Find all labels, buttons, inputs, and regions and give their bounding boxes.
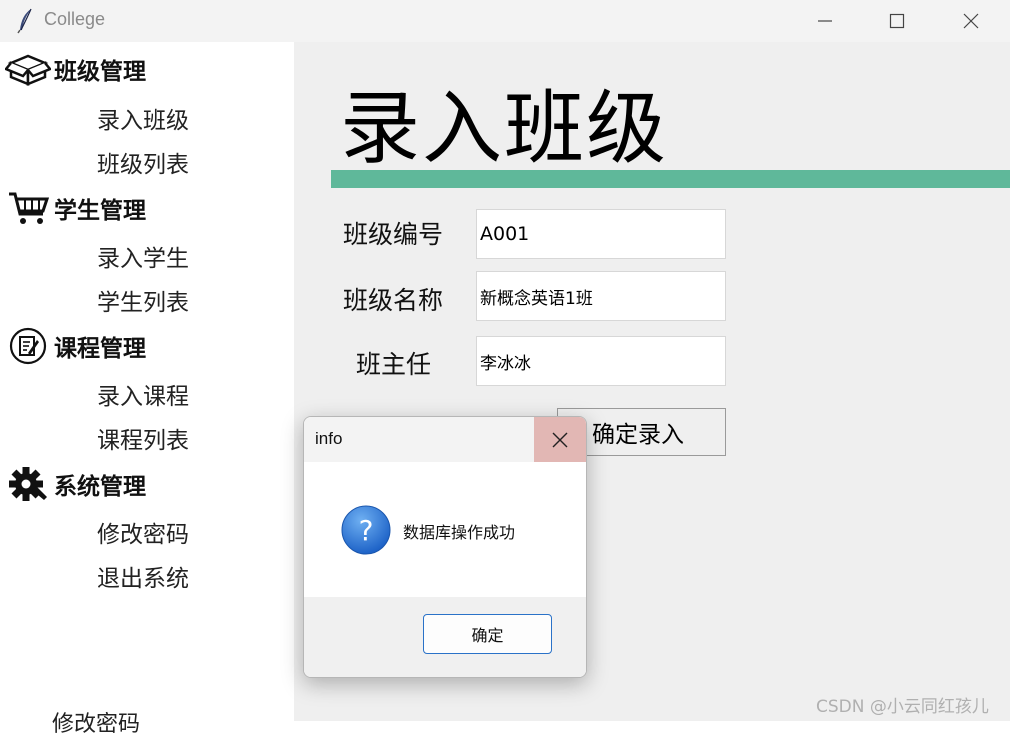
sidebar-item-course-list[interactable]: 课程列表: [97, 421, 189, 455]
sidebar-item-add-course[interactable]: 录入课程: [97, 377, 189, 411]
sidebar-item-add-student[interactable]: 录入学生: [97, 239, 189, 273]
close-icon: [963, 13, 979, 29]
class-id-input[interactable]: A001: [476, 209, 726, 259]
sidebar-item-change-password[interactable]: 修改密码: [97, 515, 189, 549]
close-button[interactable]: [936, 0, 1006, 42]
dialog-close-button[interactable]: [534, 417, 586, 462]
box-icon: [4, 49, 52, 89]
teacher-label: 班主任: [356, 350, 432, 379]
sidebar-group-system[interactable]: 系统管理: [4, 464, 146, 504]
sidebar-group-label: 课程管理: [54, 335, 146, 362]
dialog-message: 数据库操作成功: [403, 523, 516, 542]
dialog-body: ? 数据库操作成功: [304, 462, 586, 597]
sidebar-item-student-list[interactable]: 学生列表: [97, 283, 189, 317]
svg-text:?: ?: [359, 514, 374, 547]
sidebar-item-logout[interactable]: 退出系统: [97, 559, 189, 593]
teacher-input[interactable]: 李冰冰: [476, 336, 726, 386]
info-dialog: info ? 数据库操作成功 确定: [303, 416, 587, 678]
dialog-title: info: [315, 429, 343, 448]
question-icon: ?: [340, 504, 392, 556]
class-id-label: 班级编号: [343, 220, 444, 249]
sidebar-item-add-class[interactable]: 录入班级: [97, 101, 189, 135]
sidebar-item-cut: 修改密码: [52, 712, 141, 737]
gear-icon: [4, 464, 52, 504]
sidebar-group-label: 班级管理: [54, 58, 146, 85]
class-name-input[interactable]: 新概念英语1班: [476, 271, 726, 321]
dialog-title-bar: info: [304, 417, 586, 462]
app-window: College 班级管理 录入班级 班级列表 学生管理 录入学生 学生列表 课程…: [0, 0, 1010, 737]
maximize-icon: [889, 13, 905, 29]
cart-icon: [4, 188, 52, 228]
dialog-ok-button[interactable]: 确定: [423, 614, 552, 654]
sidebar-group-label: 系统管理: [54, 473, 146, 500]
sidebar-group-course[interactable]: 课程管理: [4, 326, 146, 366]
dialog-footer: 确定: [304, 597, 586, 677]
maximize-button[interactable]: [862, 0, 932, 42]
close-icon: [552, 432, 568, 447]
minimize-button[interactable]: [790, 0, 860, 42]
sidebar-group-student[interactable]: 学生管理: [4, 188, 146, 228]
minimize-icon: [818, 20, 832, 22]
title-bar: College: [0, 0, 1010, 42]
window-title: College: [44, 9, 106, 29]
sidebar-group-label: 学生管理: [54, 197, 146, 224]
class-name-label: 班级名称: [343, 286, 444, 315]
sidebar-item-class-list[interactable]: 班级列表: [97, 145, 189, 179]
page-title: 录入班级: [340, 82, 668, 175]
sidebar-group-class[interactable]: 班级管理: [4, 49, 146, 89]
title-underline: [331, 170, 1010, 188]
feather-icon: [16, 8, 36, 34]
edit-icon: [4, 326, 52, 366]
watermark: CSDN @小云同红孩儿: [816, 697, 989, 717]
